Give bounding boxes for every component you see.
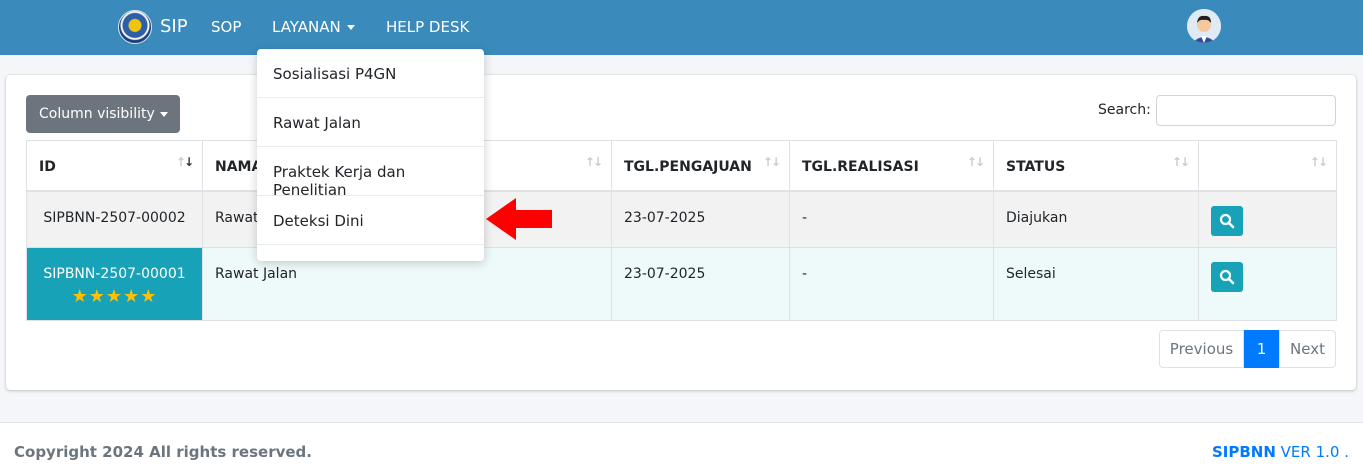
menu-item-praktek-kerja[interactable]: Praktek Kerja dan Penelitian <box>257 147 484 199</box>
column-header-status[interactable]: STATUS ↑↓ <box>993 140 1199 192</box>
cell-tgl-pengajuan: 23-07-2025 <box>611 190 790 248</box>
caret-down-icon <box>346 25 355 30</box>
nav-layanan-label: LAYANAN <box>272 18 341 36</box>
column-header-tgl-pengajuan[interactable]: TGL.PENGAJUAN ↑↓ <box>611 140 790 192</box>
footer-brand[interactable]: SIPBNN <box>1212 443 1276 461</box>
nav-layanan[interactable]: LAYANAN <box>272 18 355 36</box>
pagination-previous[interactable]: Previous <box>1159 330 1244 368</box>
version-label: VER 1.0 . <box>1280 443 1349 461</box>
cell-action <box>1198 190 1337 248</box>
cell-id: SIPBNN-2507-00002 <box>26 190 203 248</box>
column-header-label: TGL.REALISASI <box>802 159 919 175</box>
column-header-id[interactable]: ID ↑↓ <box>26 140 203 192</box>
column-header-label: TGL.PENGAJUAN <box>624 159 752 175</box>
requests-card: Column visibility Search: ID↑↓ NAMA LAYA… <box>6 75 1356 390</box>
sort-icon: ↑↓ <box>762 155 781 169</box>
rating-stars-icon: ★★★★★ <box>71 286 158 307</box>
user-avatar-icon[interactable] <box>1187 9 1221 43</box>
bnn-logo-icon[interactable] <box>118 10 152 44</box>
sort-icon: ↑↓ <box>1171 155 1190 169</box>
requests-table: ID↑↓ NAMA LAYANAN↑↓ TGL.PENGAJUAN↑↓ TGL.… <box>26 140 1337 321</box>
column-header-tgl-realisasi[interactable]: TGL.REALISASI ↑↓ <box>789 140 994 192</box>
cell-tgl-pengajuan: 23-07-2025 <box>611 247 790 321</box>
search-icon <box>1219 269 1235 285</box>
layanan-dropdown-menu: Sosialisasi P4GN Rawat Jalan Praktek Ker… <box>257 49 484 261</box>
caret-down-icon <box>159 111 168 117</box>
column-visibility-label: Column visibility <box>39 106 155 122</box>
column-visibility-button[interactable]: Column visibility <box>26 95 180 133</box>
column-header-label: STATUS <box>1006 159 1066 175</box>
pagination-page-1[interactable]: 1 <box>1244 330 1279 368</box>
pagination-next[interactable]: Next <box>1279 330 1336 368</box>
column-header-label: ID <box>39 159 56 175</box>
red-arrow-icon <box>486 198 552 240</box>
cell-id-text: SIPBNN-2507-00001 <box>43 266 186 282</box>
cell-id: SIPBNN-2507-00001 ★★★★★ <box>26 247 203 321</box>
search-input[interactable] <box>1156 95 1336 126</box>
table-row: SIPBNN-2507-00001 ★★★★★ Rawat Jalan 23-0… <box>26 247 1337 321</box>
brand-name[interactable]: SIP <box>160 16 188 37</box>
view-detail-button[interactable] <box>1211 205 1243 236</box>
view-detail-button[interactable] <box>1211 262 1243 292</box>
sort-icon: ↑↓ <box>584 155 603 169</box>
column-header-action[interactable]: ↑↓ <box>1198 140 1337 192</box>
version-text: SIPBNN VER 1.0 . <box>1212 443 1349 461</box>
footer: Copyright 2024 All rights reserved. SIPB… <box>0 422 1363 468</box>
cell-tgl-realisasi: - <box>789 190 994 248</box>
menu-item-rawat-jalan[interactable]: Rawat Jalan <box>257 98 484 147</box>
menu-item-sosialisasi-p4gn[interactable]: Sosialisasi P4GN <box>257 49 484 98</box>
sort-icon: ↑↓ <box>966 155 985 169</box>
search-icon <box>1219 213 1235 228</box>
cell-tgl-realisasi: - <box>789 247 994 321</box>
copyright-text: Copyright 2024 All rights reserved. <box>14 443 312 461</box>
cell-action <box>1198 247 1337 321</box>
table-row: SIPBNN-2507-00002 Rawat Jalan 23-07-2025… <box>26 190 1337 248</box>
pagination: Previous 1 Next <box>1159 330 1336 368</box>
navbar: SIP SOP LAYANAN HELP DESK <box>0 0 1363 55</box>
menu-item-deteksi-dini[interactable]: Deteksi Dini <box>257 196 484 245</box>
search-label: Search: <box>1098 102 1151 118</box>
cell-status: Selesai <box>993 247 1199 321</box>
nav-help-desk[interactable]: HELP DESK <box>386 18 469 36</box>
sort-icon: ↑↓ <box>175 155 194 169</box>
cell-status: Diajukan <box>993 190 1199 248</box>
nav-sop[interactable]: SOP <box>211 18 241 36</box>
sort-icon: ↑↓ <box>1309 155 1328 169</box>
